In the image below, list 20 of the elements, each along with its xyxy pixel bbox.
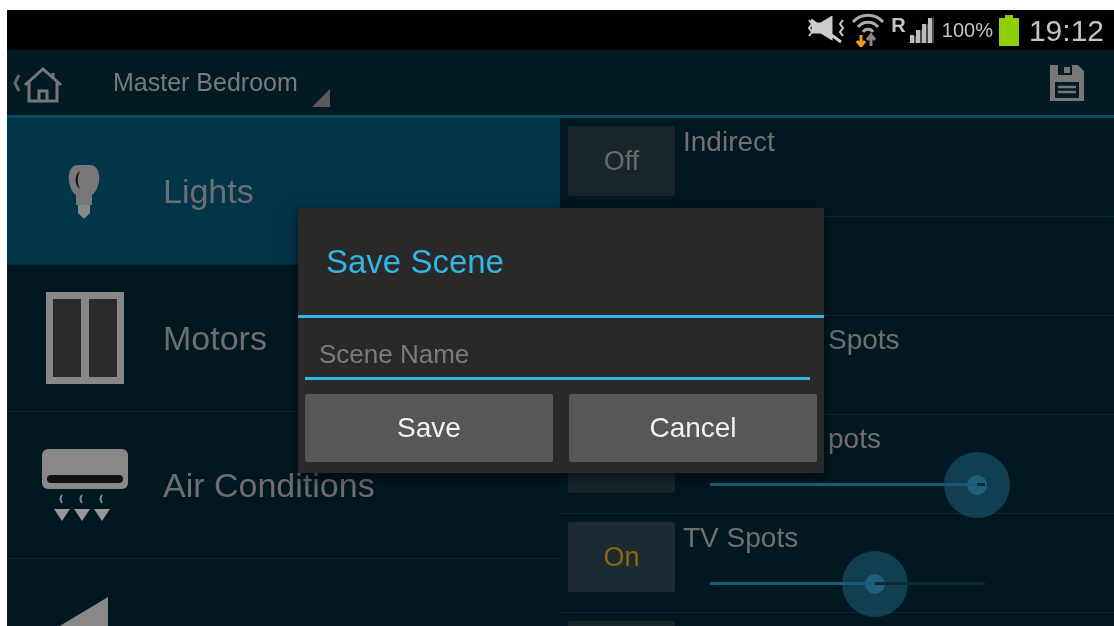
toggle-button[interactable]: On [568, 522, 675, 592]
dialog-button[interactable]: Cancel [569, 394, 817, 462]
control-label: Indirect [683, 128, 775, 156]
dialog-title: Save Scene [298, 208, 824, 318]
control-label: TV Spots [683, 524, 799, 552]
scene-name-field[interactable]: Scene Name [305, 322, 810, 380]
control-label: Spots [828, 326, 900, 354]
control-label: pots [828, 425, 881, 453]
clock: 19:12 [1028, 12, 1104, 49]
air-conditioner-icon [40, 447, 130, 523]
wifi-icon [851, 13, 886, 47]
toggle-button[interactable]: Off [568, 126, 675, 196]
save-icon[interactable] [1048, 62, 1086, 103]
window-icon [44, 290, 126, 386]
battery-icon [998, 14, 1019, 46]
dialog-button[interactable]: Save [305, 394, 553, 462]
location-title[interactable]: Master Bedroom [113, 63, 298, 102]
mute-vibrate-icon [807, 16, 846, 44]
network-type-label: R [891, 13, 906, 38]
battery-percent: 100% [941, 18, 993, 43]
